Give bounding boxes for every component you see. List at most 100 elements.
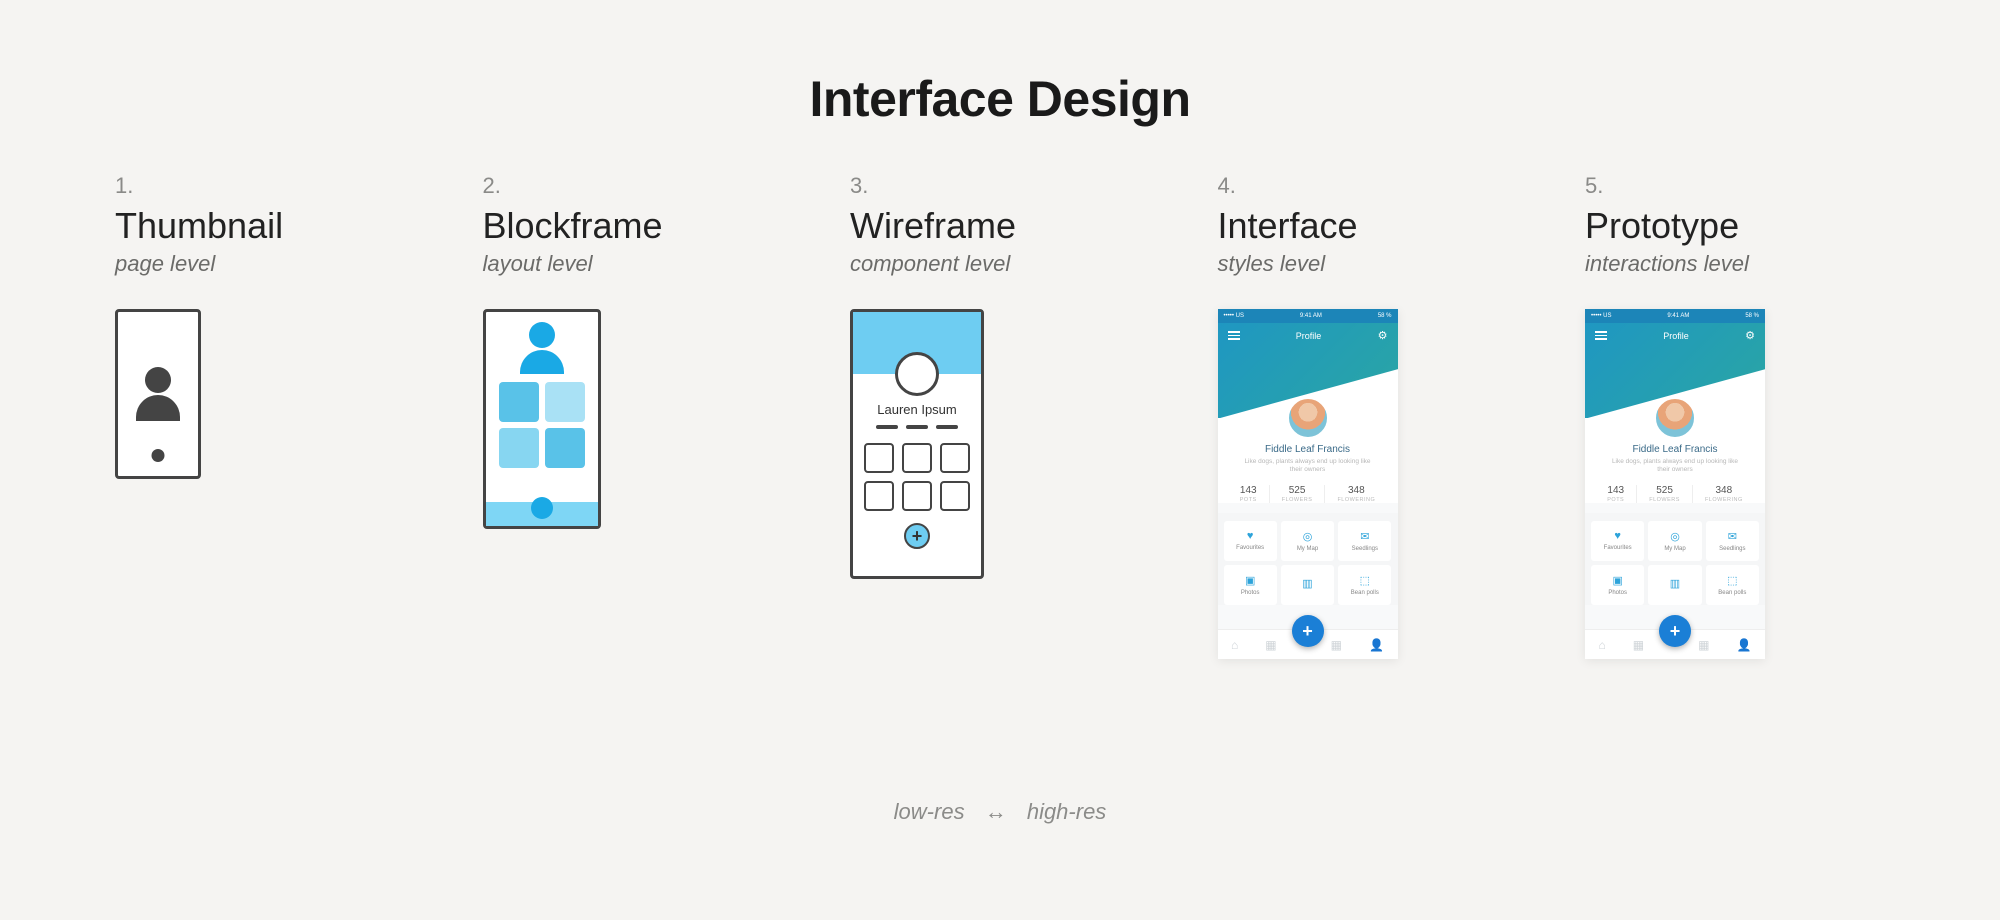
step-label: Wireframe <box>850 205 1150 247</box>
plus-circle-icon: + <box>904 523 930 549</box>
stat-l: POTS <box>1607 497 1624 503</box>
high-res-label: high-res <box>1027 799 1106 824</box>
calendar-icon: ▦ <box>1633 638 1644 652</box>
tile: ◎My Map <box>1281 521 1334 561</box>
tile-label: Favourites <box>1236 545 1264 551</box>
chart-icon: ▥ <box>1302 577 1312 590</box>
stat-n: 348 <box>1705 485 1743 496</box>
tile-label: Bean polls <box>1351 590 1379 596</box>
stats-row: 143POTS 525FLOWERS 348FLOWERING <box>1218 485 1398 503</box>
calendar-icon: ▦ <box>1265 638 1276 652</box>
stat: 348FLOWERING <box>1325 485 1387 503</box>
status-bar: ••••• US 9:41 AM 58 % <box>1585 309 1765 323</box>
status-left: ••••• US <box>1224 313 1245 319</box>
tile: ♥ Favourites <box>1224 521 1277 561</box>
tile-label: Seedlings <box>1719 546 1745 552</box>
avatar <box>1286 396 1330 440</box>
profile-icon: 👤 <box>1737 638 1752 652</box>
gear-icon: ⚙ <box>1745 329 1755 342</box>
step-number: 3. <box>850 173 1150 199</box>
apps-icon: ▦ <box>1331 638 1342 652</box>
tile: ✉Seedlings <box>1338 521 1391 561</box>
stat: 348FLOWERING <box>1693 485 1755 503</box>
status-left: ••••• US <box>1591 313 1612 319</box>
heart-icon: ♥ <box>1247 530 1254 542</box>
tile: ▣Photos <box>1224 565 1277 605</box>
tile-grid: ♥ Favourites ◎My Map ✉Seedlings <box>1218 513 1398 561</box>
stat: 143POTS <box>1228 485 1270 503</box>
person-icon <box>136 367 180 421</box>
tile: ⬚Bean polls <box>1706 565 1759 605</box>
tile: ▥ <box>1281 565 1334 605</box>
steps-row: 1. Thumbnail page level 2. Blockframe la… <box>0 128 2000 659</box>
tile-label: My Map <box>1664 546 1685 552</box>
tile: ♥Favourites <box>1591 521 1644 561</box>
stats-row: 143POTS 525FLOWERS 348FLOWERING <box>1585 485 1765 503</box>
step-sublabel: interactions level <box>1585 251 1885 277</box>
dot-icon <box>152 449 165 462</box>
step-sublabel: component level <box>850 251 1150 277</box>
stat: 525FLOWERS <box>1637 485 1693 503</box>
header-title: Profile <box>1663 331 1689 341</box>
step-label: Thumbnail <box>115 205 415 247</box>
thumbnail-phone-frame <box>115 309 201 479</box>
step-number: 5. <box>1585 173 1885 199</box>
tile-grid: ▣Photos ▥ ⬚ Bean polls <box>1218 561 1398 605</box>
double-arrow-icon: ↔ <box>985 799 1007 824</box>
map-pin-icon: ◎ <box>1670 530 1680 543</box>
step-sublabel: layout level <box>483 251 783 277</box>
wireframe-illustration: Lauren Ipsum + <box>850 309 1150 579</box>
tile: ✉ Seedlings <box>1706 521 1759 561</box>
hifi-header: Profile ⚙ <box>1218 323 1398 418</box>
step-sublabel: styles level <box>1218 251 1518 277</box>
step-label: Prototype <box>1585 205 1885 247</box>
status-center: 9:41 AM <box>1667 313 1689 319</box>
hifi-header: Profile ⚙ <box>1585 323 1765 418</box>
stat-n: 348 <box>1337 485 1375 496</box>
grid-icon: ⬚ <box>1360 574 1370 587</box>
status-right: 58 % <box>1378 313 1392 319</box>
step-number: 4. <box>1218 173 1518 199</box>
username: Fiddle Leaf Francis <box>1218 444 1398 455</box>
tile-label: Bean polls <box>1718 590 1746 596</box>
hifi-phone-frame: ••••• US 9:41 AM 58 % Profile ⚙ Fiddle L… <box>1585 309 1765 659</box>
tagline: Like dogs, plants always end up looking … <box>1218 458 1398 475</box>
step-interface: 4. Interface styles level ••••• US 9:41 … <box>1218 173 1518 659</box>
mail-icon: ✉ <box>1728 530 1737 543</box>
avatar-circle-icon <box>895 352 939 396</box>
tile-label: Photos <box>1608 590 1627 596</box>
step-label: Blockframe <box>483 205 783 247</box>
resolution-spectrum: low-res ↔ high-res <box>0 799 2000 825</box>
block-grid <box>499 382 585 468</box>
stat: 525FLOWERS <box>1270 485 1326 503</box>
apps-icon: ▦ <box>1698 638 1709 652</box>
mail-icon: ✉ <box>1360 530 1369 543</box>
hamburger-icon <box>1228 329 1240 342</box>
stat-l: POTS <box>1240 497 1257 503</box>
step-number: 1. <box>115 173 415 199</box>
tagline: Like dogs, plants always end up looking … <box>1585 458 1765 475</box>
tile-label: My Map <box>1297 546 1318 552</box>
hifi-phone-frame: ••••• US 9:41 AM 58 % Profile ⚙ Fiddle L… <box>1218 309 1398 659</box>
hamburger-icon <box>1595 329 1607 342</box>
stat-n: 143 <box>1607 485 1624 496</box>
status-bar: ••••• US 9:41 AM 58 % <box>1218 309 1398 323</box>
step-number: 2. <box>483 173 783 199</box>
low-res-label: low-res <box>894 799 965 824</box>
step-sublabel: page level <box>115 251 415 277</box>
person-icon <box>520 322 564 374</box>
status-right: 58 % <box>1745 313 1759 319</box>
step-wireframe: 3. Wireframe component level Lauren Ipsu… <box>850 173 1150 659</box>
blockframe-phone-frame <box>483 309 601 529</box>
tile-grid: ♥Favourites ◎ My Map ✉ Seedlings <box>1585 513 1765 561</box>
stat: 143POTS <box>1595 485 1637 503</box>
avatar <box>1653 396 1697 440</box>
page-title: Interface Design <box>0 0 2000 128</box>
circle-icon <box>531 497 553 519</box>
home-icon: ⌂ <box>1599 638 1606 652</box>
wire-grid <box>864 443 970 511</box>
home-icon: ⌂ <box>1231 638 1238 652</box>
status-center: 9:41 AM <box>1300 313 1322 319</box>
wire-text-lines <box>876 425 958 429</box>
thumbnail-illustration <box>115 309 415 479</box>
